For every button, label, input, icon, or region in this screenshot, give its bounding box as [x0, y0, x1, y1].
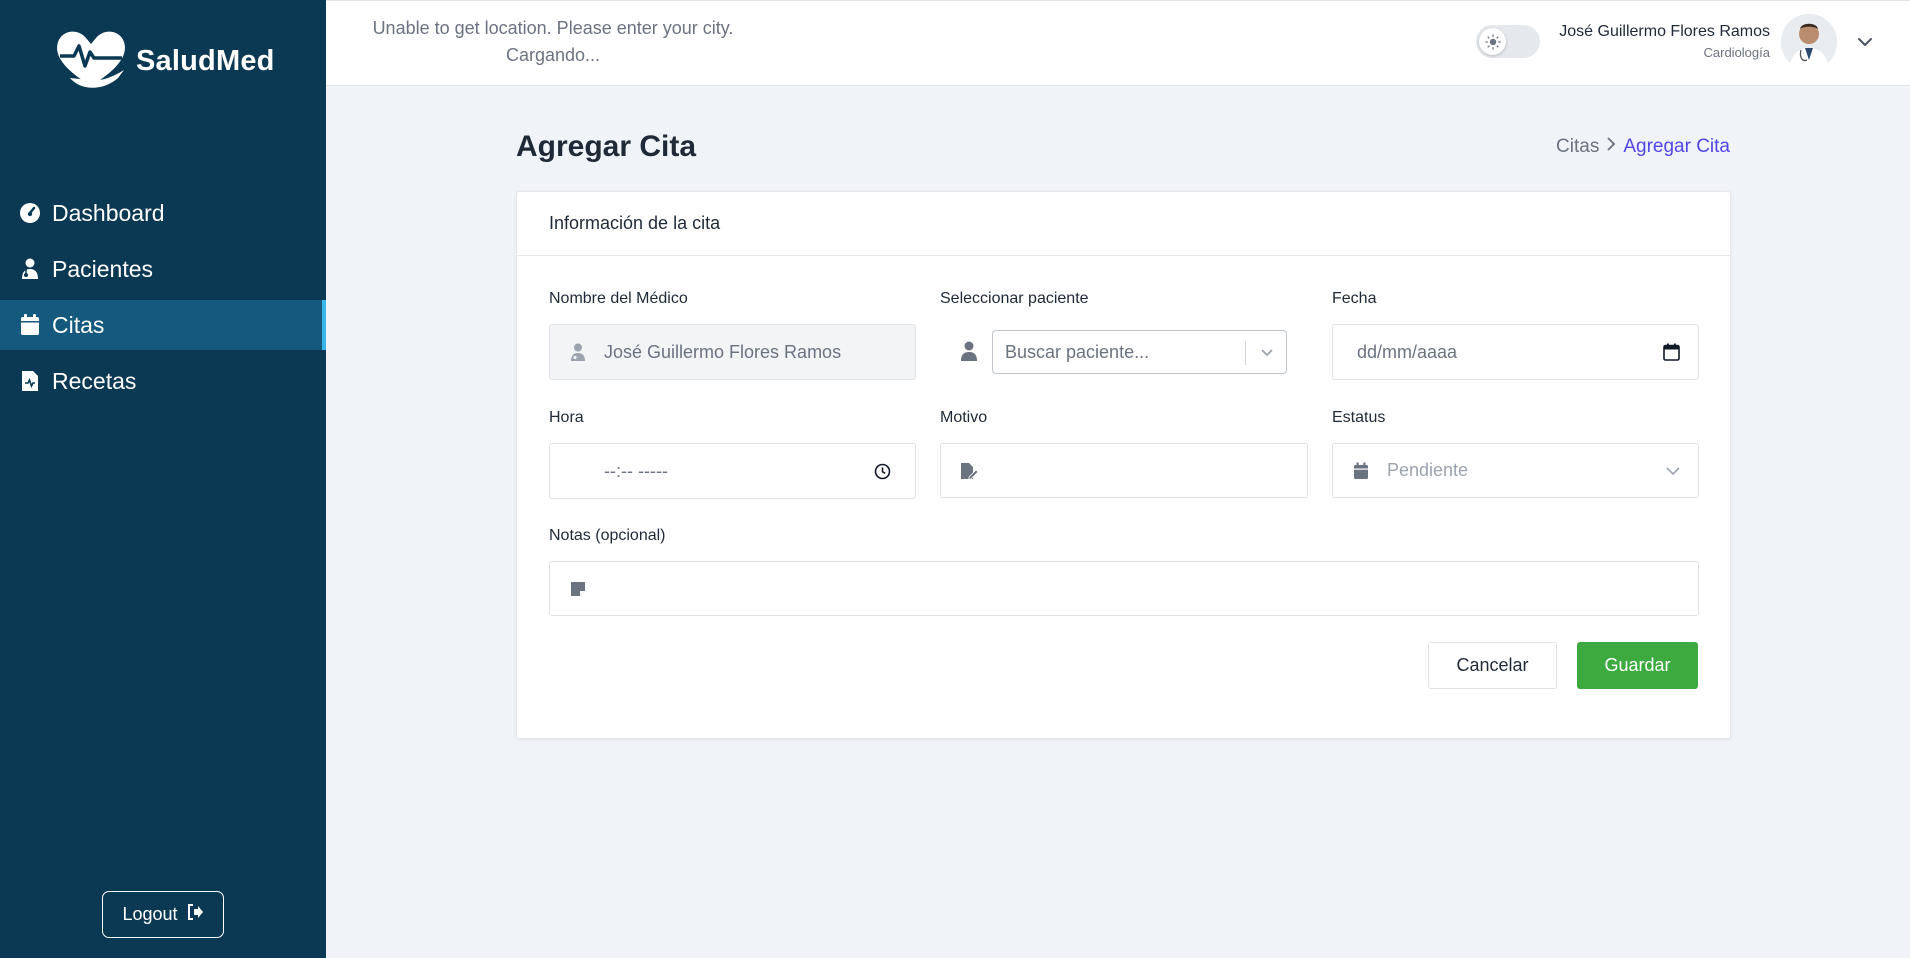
user-role: Cardiología	[1703, 45, 1771, 60]
doctor-icon	[568, 342, 588, 362]
sidebar-item-label: Dashboard	[52, 199, 165, 226]
user-icon	[960, 341, 978, 366]
sidebar-item-label: Pacientes	[52, 255, 154, 282]
time-input[interactable]: --:-- -----	[549, 443, 916, 499]
doctor-label: Nombre del Médico	[549, 290, 688, 307]
logout-label: Logout	[122, 904, 178, 924]
save-button[interactable]: Guardar	[1577, 642, 1698, 689]
breadcrumb: Citas Agregar Cita	[1556, 136, 1730, 158]
reason-label: Motivo	[940, 409, 988, 426]
calendar-icon	[18, 313, 42, 337]
chevron-down-icon[interactable]	[1854, 31, 1876, 53]
theme-toggle[interactable]	[1476, 25, 1540, 58]
card-title: Información de la cita	[517, 192, 1730, 256]
brand-name: SaludMed	[136, 45, 275, 77]
patient-search-placeholder: Buscar paciente...	[1005, 341, 1150, 362]
user-name: José Guillermo Flores Ramos	[1559, 23, 1770, 40]
doctor-name-field: José Guillermo Flores Ramos	[549, 324, 916, 380]
sun-icon	[1479, 28, 1506, 55]
sidebar-nav: Dashboard Pacientes Citas Recetas	[0, 188, 326, 412]
appointment-form-card: Información de la cita Nombre del Médico…	[516, 191, 1731, 739]
reason-input[interactable]	[940, 443, 1308, 498]
prescription-icon	[18, 369, 42, 393]
weather-widget: Unable to get location. Please enter you…	[326, 15, 780, 69]
sidebar-item-recetas[interactable]: Recetas	[0, 356, 326, 406]
sidebar-item-citas[interactable]: Citas	[0, 300, 326, 350]
clock-icon[interactable]	[874, 463, 891, 485]
weather-loading: Cargando...	[505, 45, 601, 65]
weather-message: Unable to get location. Please enter you…	[372, 18, 734, 38]
patient-icon	[18, 257, 42, 281]
sidebar-item-label: Citas	[52, 311, 105, 338]
calendar-icon	[1351, 461, 1371, 481]
doctor-name-value: José Guillermo Flores Ramos	[604, 341, 842, 362]
date-label: Fecha	[1332, 290, 1377, 307]
sidebar-item-dashboard[interactable]: Dashboard	[0, 188, 326, 238]
chevron-right-icon	[1605, 136, 1617, 158]
notes-input[interactable]	[549, 561, 1699, 616]
patient-label: Seleccionar paciente	[940, 290, 1089, 307]
sidebar-item-label: Recetas	[52, 367, 137, 394]
logout-button[interactable]: Logout	[102, 891, 224, 938]
date-placeholder: dd/mm/aaaa	[1357, 341, 1458, 362]
breadcrumb-current: Agregar Cita	[1623, 136, 1730, 157]
calendar-picker-icon[interactable]	[1663, 343, 1680, 366]
sidebar: SaludMed Dashboard Pacientes Citas Recet…	[0, 0, 326, 958]
select-separator	[1245, 341, 1246, 365]
page-title: Agregar Cita	[516, 130, 697, 163]
top-bar: Unable to get location. Please enter you…	[326, 0, 1910, 86]
sticky-note-icon	[568, 579, 588, 599]
date-input[interactable]: dd/mm/aaaa	[1332, 324, 1699, 380]
time-placeholder: --:-- -----	[604, 460, 668, 481]
heart-hand-logo-icon	[52, 26, 130, 97]
file-edit-icon	[959, 461, 979, 481]
status-value: Pendiente	[1387, 460, 1469, 480]
gauge-icon	[18, 201, 42, 225]
status-select[interactable]: Pendiente	[1332, 443, 1699, 498]
avatar[interactable]	[1781, 14, 1837, 70]
sign-out-icon	[186, 903, 204, 926]
breadcrumb-link-citas[interactable]: Citas	[1556, 136, 1599, 158]
brand-logo[interactable]: SaludMed	[52, 26, 275, 97]
chevron-down-icon[interactable]	[1258, 343, 1276, 366]
sidebar-item-pacientes[interactable]: Pacientes	[0, 244, 326, 294]
chevron-down-icon[interactable]	[1664, 462, 1682, 485]
status-label: Estatus	[1332, 409, 1386, 426]
notes-label: Notas (opcional)	[549, 527, 666, 544]
cancel-button[interactable]: Cancelar	[1428, 642, 1557, 689]
patient-search-select[interactable]: Buscar paciente...	[992, 330, 1287, 374]
time-label: Hora	[549, 409, 584, 426]
